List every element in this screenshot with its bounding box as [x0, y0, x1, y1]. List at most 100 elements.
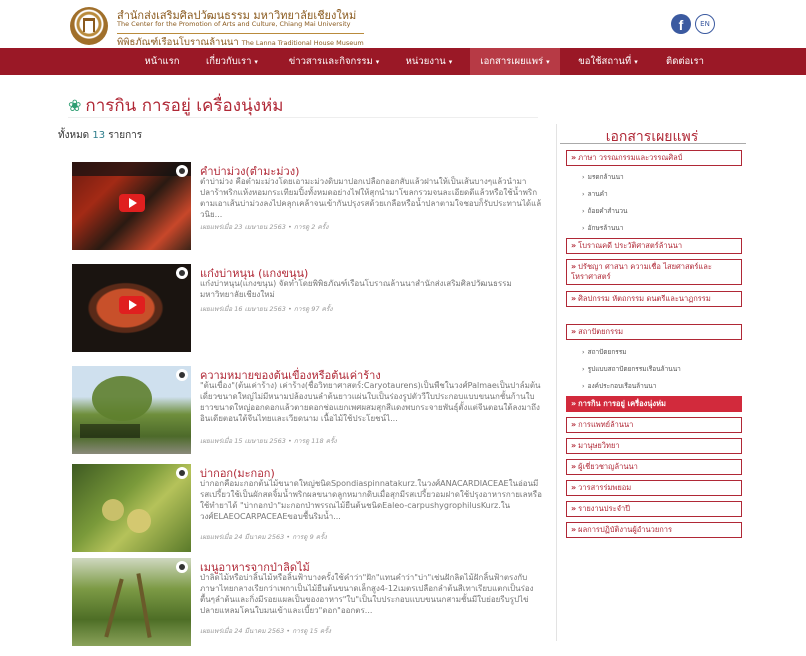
sidebar-item-label: ศิลปกรรม หัตถกรรม ดนตรีและนาฏกรรม	[578, 294, 711, 303]
count-value: 13	[92, 130, 106, 141]
sidebar-item-anthropology[interactable]: » มานุษยวิทยา	[566, 438, 742, 454]
nav-item-venue-booking[interactable]: ขอใช้สถานที่ ▾	[567, 48, 649, 75]
sidebar-item-lanna-medicine[interactable]: » การแพทย์ล้านนา	[566, 417, 742, 433]
article-item: บ่ากอก(มะกอก) บ่ากอกคือมะกอกต้นไม้ขนาดให…	[60, 464, 544, 562]
sidebar-item-director-performance[interactable]: » ผลการปฏิบัติงานผู้อำนวยการ	[566, 522, 742, 538]
camera-icon	[176, 165, 188, 177]
sidebar-item-label: ภาษา วรรณกรรมและวรรณศิลป์	[578, 153, 683, 162]
sidebar-item-arts-crafts[interactable]: » ศิลปกรรม หัตถกรรม ดนตรีและนาฏกรรม	[566, 291, 742, 307]
page-title-text: การกิน การอยู่ เครื่องนุ่งห่ม	[85, 96, 284, 116]
article-description: "ต้นเขื่อง"(ต้นเค่าร้าง) เค่าร้าง(ชื่อวิ…	[200, 381, 541, 423]
article-description: ตำบ่าม่วง คือตำมะม่วงโดยเอามะม่วงดิบมาปอ…	[200, 177, 542, 219]
play-icon[interactable]	[119, 296, 145, 314]
article-thumbnail[interactable]	[72, 558, 191, 646]
article-thumbnail[interactable]	[72, 366, 191, 454]
language-switch-button[interactable]: EN	[695, 14, 715, 34]
double-chevron-icon: »	[571, 153, 577, 162]
caret-down-icon: ▾	[448, 58, 453, 66]
sidebar-subitem[interactable]: อักษรล้านนา	[582, 223, 624, 233]
double-chevron-icon: »	[571, 462, 577, 471]
article-item: แก๋งบ่าหนุน (แกงขนุน) แก๋งบ่าหนุน(แกงขนุ…	[60, 264, 544, 362]
sidebar-item-journal[interactable]: » วารสารร่มพยอม	[566, 480, 742, 496]
sidebar-item-label: ผลการปฏิบัติงานผู้อำนวยการ	[578, 525, 672, 534]
caret-down-icon: ▾	[375, 58, 380, 66]
sidebar-item-label: การกิน การอยู่ เครื่องนุ่งห่ม	[578, 399, 666, 408]
site-header: สำนักส่งเสริมศิลปวัฒนธรรม มหาวิทยาลัยเชี…	[0, 0, 806, 48]
article-item: เมนูอาหารจากป่าลิดไม้ ป่าลิดไม้หรือบ่าลิ…	[60, 558, 544, 656]
sidebar-item-language-literature[interactable]: » ภาษา วรรณกรรมและวรรณศิลป์	[566, 150, 742, 166]
museum-name-thai: พิพิธภัณฑ์เรือนโบราณล้านนา	[117, 37, 239, 48]
org-name-english: The Center for the Promotion of Arts and…	[117, 20, 351, 28]
article-description: แก๋งบ่าหนุน(แกงขนุน) จัดทำโดยพิพิธภัณฑ์เ…	[200, 279, 512, 299]
museum-name-english: The Lanna Traditional House Museum	[241, 39, 364, 47]
double-chevron-icon: »	[571, 241, 577, 250]
nav-label: หน้าแรก	[144, 56, 180, 67]
article-meta: เผยแพร่เมื่อ 23 เมษายน 2563 • การดู 2 คร…	[200, 223, 329, 231]
nav-label: ติดต่อเรา	[666, 56, 704, 67]
nav-item-home[interactable]: หน้าแรก	[133, 48, 191, 75]
sidebar-item-label: ปรัชญา ศาสนา ความเชื่อ ไสยศาสตร์และโหราศ…	[571, 262, 712, 281]
sidebar-item-label: รายงานประจำปี	[578, 504, 630, 513]
sidebar-item-label: มานุษยวิทยา	[578, 441, 620, 450]
sidebar-item-philosophy-religion[interactable]: » ปรัชญา ศาสนา ความเชื่อ ไสยศาสตร์และโหรา…	[566, 259, 742, 285]
double-chevron-icon: »	[571, 504, 577, 513]
camera-icon	[176, 467, 188, 479]
caret-down-icon: ▾	[634, 58, 638, 66]
sidebar-subitem[interactable]: ลานคำ	[582, 189, 608, 199]
sidebar-subitem[interactable]: มรดกล้านนา	[582, 172, 624, 182]
sidebar-item-label: ผู้เชี่ยวชาญล้านนา	[578, 462, 638, 471]
article-description: บ่ากอกคือมะกอกต้นไม้ขนาดใหญ่ชนิดSpondias…	[200, 479, 542, 521]
double-chevron-icon: »	[571, 327, 577, 336]
article-item: ความหมายของต้นเขื่องหรือต้นเค่าร้าง "ต้น…	[60, 366, 544, 464]
nav-item-publications[interactable]: เอกสารเผยแพร่ ▾	[470, 48, 560, 75]
camera-icon	[176, 267, 188, 279]
count-suffix: รายการ	[108, 130, 143, 141]
sidebar-subitem[interactable]: รูปแบบสถาปัตยกรรมเรือนล้านนา	[582, 364, 681, 374]
article-thumbnail[interactable]	[72, 464, 191, 552]
count-prefix: ทั้งหมด	[58, 130, 90, 141]
nav-label: ข่าวสารและกิจกรรม	[288, 56, 373, 67]
double-chevron-icon: »	[571, 420, 577, 429]
article-thumbnail[interactable]	[72, 162, 191, 250]
caret-down-icon: ▾	[546, 58, 550, 66]
camera-icon	[176, 561, 188, 573]
article-description: ป่าลิดไม้หรือบ่าลิ้นไม้หรือลิ้นฟ้าบางครั…	[200, 573, 534, 615]
double-chevron-icon: »	[571, 294, 577, 303]
nav-item-news[interactable]: ข่าวสารและกิจกรรม ▾	[278, 48, 390, 75]
page-title: ❀ การกิน การอยู่ เครื่องนุ่งห่ม	[68, 92, 283, 119]
sidebar-item-label: โบราณคดี ประวัติศาสตร์ล้านนา	[578, 241, 683, 250]
article-meta: เผยแพร่เมื่อ 24 มีนาคม 2563 • การดู 9 คร…	[200, 533, 327, 541]
article-meta: เผยแพร่เมื่อ 24 มีนาคม 2563 • การดู 15 ค…	[200, 627, 331, 635]
double-chevron-icon: »	[571, 483, 577, 492]
facebook-icon[interactable]: f	[671, 14, 691, 34]
nav-label: เอกสารเผยแพร่	[480, 56, 544, 67]
double-chevron-icon: »	[571, 525, 577, 534]
double-chevron-icon: »	[571, 262, 577, 271]
main-navigation: หน้าแรก เกี่ยวกับเรา ▾ ข่าวสารและกิจกรรม ▾…	[0, 48, 806, 75]
article-meta: เผยแพร่เมื่อ 16 เมษายน 2563 • การดู 97 ค…	[200, 305, 333, 313]
nav-item-about[interactable]: เกี่ยวกับเรา ▾	[196, 48, 268, 75]
article-meta: เผยแพร่เมื่อ 15 เมษายน 2563 • การดู 118 …	[200, 437, 337, 445]
sidebar-item-architecture[interactable]: » สถาปัตยกรรม	[566, 324, 742, 340]
sidebar-item-food-shelter-clothing[interactable]: » การกิน การอยู่ เครื่องนุ่งห่ม	[566, 396, 742, 412]
sidebar-item-archaeology-history[interactable]: » โบราณคดี ประวัติศาสตร์ล้านนา	[566, 238, 742, 254]
sidebar-subitem[interactable]: สถาปัตยกรรม	[582, 347, 627, 357]
caret-down-icon: ▾	[254, 58, 258, 66]
sidebar-item-annual-report[interactable]: » รายงานประจำปี	[566, 501, 742, 517]
article-thumbnail[interactable]	[72, 264, 191, 352]
article-item: คำบ่าม่วง(ตำมะม่วง) ตำบ่าม่วง คือตำมะม่ว…	[60, 162, 544, 260]
sidebar-title: เอกสารเผยแพร่	[605, 129, 699, 145]
university-logo-icon[interactable]	[70, 7, 108, 45]
sidebar-divider	[560, 143, 746, 144]
nav-label: ขอใช้สถานที่	[578, 56, 632, 67]
flower-icon: ❀	[68, 96, 82, 115]
sidebar-subitem[interactable]: องค์ประกอบเรือนล้านนา	[582, 381, 657, 391]
play-icon[interactable]	[119, 194, 145, 212]
nav-item-contact[interactable]: ติดต่อเรา	[656, 48, 714, 75]
sidebar-subitem[interactable]: ถ้อยคำสำนวน	[582, 206, 628, 216]
sidebar-item-lanna-experts[interactable]: » ผู้เชี่ยวชาญล้านนา	[566, 459, 742, 475]
title-divider	[68, 117, 538, 118]
nav-item-units[interactable]: หน่วยงาน ▾	[397, 48, 461, 75]
camera-icon	[176, 369, 188, 381]
nav-label: หน่วยงาน	[405, 56, 446, 67]
